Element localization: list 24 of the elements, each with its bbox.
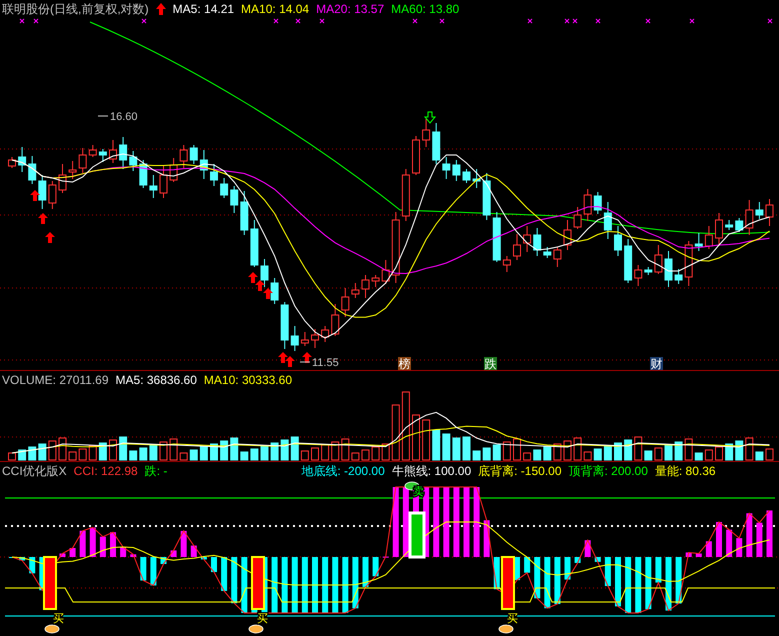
price-label: 11.55 [312, 357, 339, 369]
indicator-value: MA10: 30333.60 [204, 373, 292, 387]
signal-label: 买 [53, 613, 64, 625]
event-tag: 榜 [398, 357, 411, 370]
indicator-value: MA5: 14.21 [172, 2, 234, 16]
chart-title: 联明股份(日线,前复权,对数) [2, 0, 149, 18]
indicator-value: MA5: 36836.60 [116, 373, 197, 387]
indicator-value: MA20: 13.57 [316, 2, 384, 16]
event-tag: 财 [650, 357, 663, 370]
level-value: 底背离: -150.00 [478, 462, 562, 480]
indicator-title: CCI优化版X [2, 462, 67, 480]
level-value: 地底线: -200.00 [301, 462, 385, 480]
signal-label: 买 [257, 613, 268, 625]
indicator-value: 跌: - [144, 462, 168, 480]
level-value: 量能: 80.36 [654, 462, 716, 480]
signal-label: 买 [507, 613, 518, 625]
price-label: 16.60 [110, 111, 138, 123]
level-value: 顶背离: 200.00 [568, 462, 648, 480]
event-tag: 跌 [484, 357, 497, 370]
indicator-value: MA60: 13.80 [391, 2, 460, 16]
indicator-value: MA10: 14.04 [241, 2, 310, 16]
volume-title: VOLUME: 27011.69 [2, 373, 109, 387]
level-value: 牛熊线: 100.00 [392, 462, 472, 480]
indicator-value: CCI: 122.98 [74, 464, 138, 478]
